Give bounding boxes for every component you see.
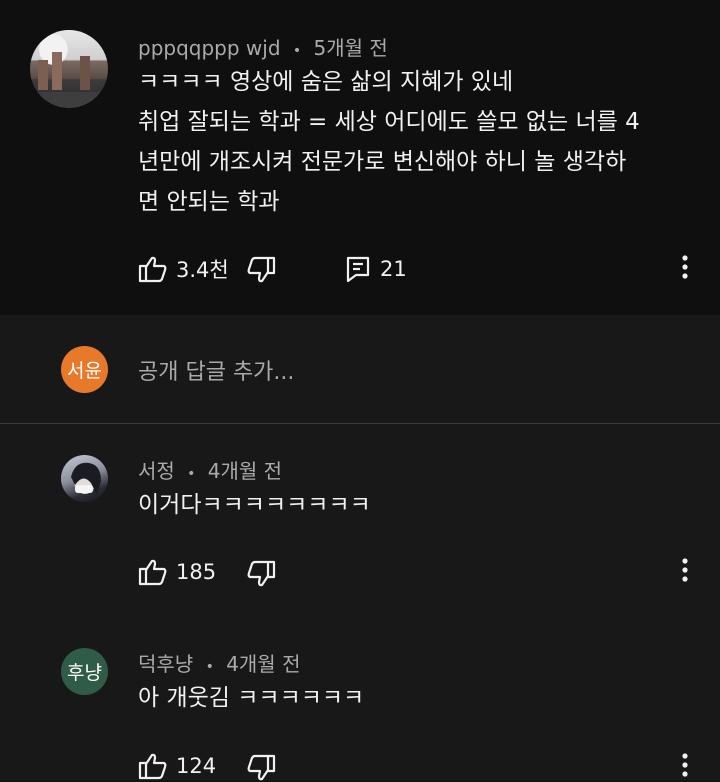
like-button[interactable]: 124 (138, 752, 216, 780)
thumb-up-icon (138, 255, 168, 283)
reply-menu-button[interactable] (675, 557, 695, 587)
like-count: 185 (176, 560, 217, 584)
main-comment: pppqqppp wjd • 5개월 전 ㅋㅋㅋㅋ 영상에 숨은 삶의 지혜가 … (0, 0, 720, 315)
avatar-photo-detail (30, 92, 108, 108)
avatar-photo-detail (80, 56, 90, 90)
reply-menu-button[interactable] (675, 752, 695, 782)
reply-meta: 덕후냥 • 4개월 전 (138, 648, 300, 677)
avatar-photo-detail (71, 462, 101, 495)
reply-text: 아 개웃김 ㅋㅋㅋㅋㅋㅋ (138, 685, 365, 711)
comment-line: 취업 잘되는 학과 = 세상 어디에도 쓸모 없는 너를 4 (138, 109, 640, 135)
like-button[interactable]: 3.4천 (138, 254, 229, 284)
reply-input[interactable]: 공개 답글 추가... (138, 354, 294, 386)
avatar-photo-detail (52, 52, 62, 90)
reply-time[interactable]: 4개월 전 (208, 459, 282, 483)
comment-menu-button[interactable] (675, 254, 695, 284)
meta-separator: • (187, 466, 196, 482)
like-count: 3.4천 (176, 258, 229, 282)
reply-meta: 서정 • 4개월 전 (138, 455, 282, 484)
comment-icon (346, 256, 370, 282)
reply-author[interactable]: 덕후냥 (138, 652, 193, 676)
comment-time[interactable]: 5개월 전 (314, 36, 388, 60)
reply-author-avatar[interactable] (61, 455, 108, 502)
more-vert-icon (682, 255, 688, 283)
current-user-avatar-text: 서윤 (67, 360, 102, 382)
meta-separator: • (292, 43, 302, 59)
comment-line: ㅋㅋㅋㅋ 영상에 숨은 삶의 지혜가 있네 (138, 69, 514, 95)
comment-line: 년만에 개조시켜 전문가로 변신해야 하니 놀 생각하 (138, 149, 627, 175)
divider (0, 423, 720, 424)
like-count: 124 (176, 754, 217, 778)
thumb-down-icon (246, 560, 276, 588)
thumb-up-icon (138, 558, 168, 586)
reply-author[interactable]: 서정 (138, 459, 175, 483)
comment-meta: pppqqppp wjd • 5개월 전 (138, 32, 388, 61)
reply-time[interactable]: 4개월 전 (226, 652, 300, 676)
reply-author-avatar[interactable]: 후냥 (61, 648, 108, 695)
dislike-button[interactable] (246, 754, 276, 782)
avatar-photo-detail (38, 60, 48, 90)
more-vert-icon (682, 558, 688, 586)
author-avatar[interactable] (30, 30, 108, 108)
meta-separator: • (205, 659, 214, 675)
thumb-down-icon (246, 256, 276, 284)
more-vert-icon (682, 753, 688, 781)
current-user-avatar: 서윤 (61, 346, 108, 393)
dislike-button[interactable] (246, 560, 276, 588)
comment-author[interactable]: pppqqppp wjd (138, 36, 281, 60)
like-button[interactable]: 185 (138, 558, 216, 586)
comment-text: ㅋㅋㅋㅋ 영상에 숨은 삶의 지혜가 있네 취업 잘되는 학과 = 세상 어디에… (138, 62, 640, 222)
reply-text: 이거다ㅋㅋㅋㅋㅋㅋㅋㅋ (138, 492, 371, 518)
thumb-up-icon (138, 752, 168, 780)
reply-author-avatar-text: 후냥 (67, 662, 102, 684)
reply-button[interactable]: 21 (346, 256, 407, 282)
thumb-down-icon (246, 754, 276, 782)
dislike-button[interactable] (246, 256, 276, 284)
reply-count: 21 (380, 257, 407, 281)
comment-line: 면 안되는 학과 (138, 189, 280, 215)
